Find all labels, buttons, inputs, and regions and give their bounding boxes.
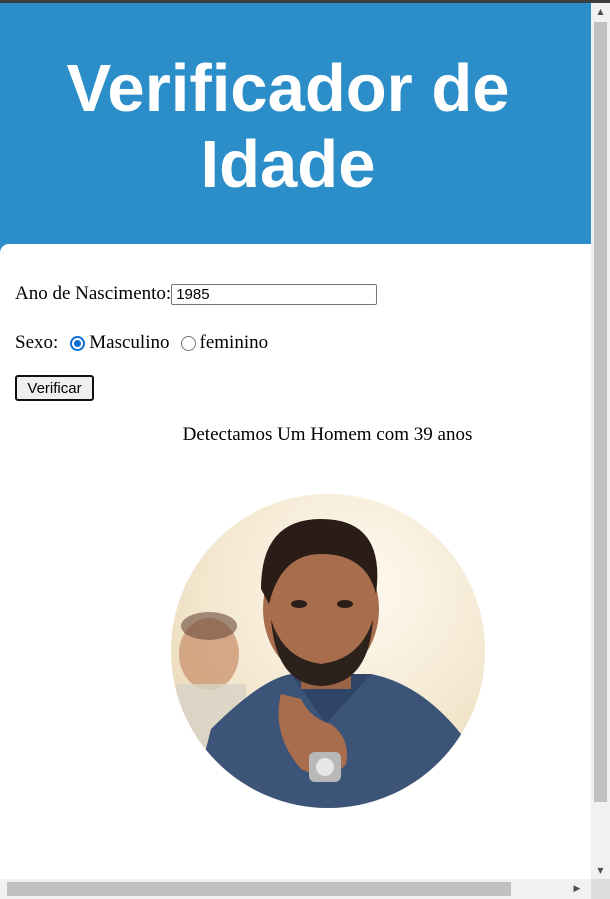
horizontal-scrollbar[interactable]: ▶: [0, 879, 591, 899]
scroll-right-arrow-icon[interactable]: ▶: [569, 879, 585, 899]
page-title: Verificador de Idade: [66, 51, 510, 202]
main-content: Ano de Nascimento: Sexo: Masculino femin…: [0, 244, 591, 879]
vertical-scrollbar[interactable]: ▲ ▼: [591, 3, 610, 879]
result-text: Detectamos Um Homem com 39 anos: [182, 424, 473, 445]
horizontal-scroll-thumb[interactable]: [7, 882, 511, 896]
page-viewport: Verificador de Idade Ano de Nascimento: …: [0, 3, 591, 879]
radio-masculino[interactable]: [70, 335, 86, 351]
scrollbar-corner: [591, 879, 610, 899]
scroll-up-arrow-icon[interactable]: ▲: [591, 3, 610, 20]
birth-year-input[interactable]: [171, 283, 378, 305]
browser-window: Verificador de Idade Ano de Nascimento: …: [0, 0, 610, 899]
birth-year-label: Ano de Nascimento:: [15, 283, 172, 304]
vertical-scroll-thumb[interactable]: [594, 22, 607, 802]
man-portrait-photo: [171, 494, 485, 808]
verify-button[interactable]: Verificar: [15, 375, 94, 401]
button-row: Verificar: [15, 375, 94, 401]
sex-label: Sexo:: [15, 332, 59, 353]
radio-feminino[interactable]: [180, 335, 196, 351]
birth-year-row: Ano de Nascimento:: [15, 283, 378, 305]
sex-row: Sexo: Masculino feminino: [15, 332, 279, 354]
page-header: Verificador de Idade: [0, 3, 591, 244]
portrait-illustration: [171, 494, 485, 808]
radio-masculino-label[interactable]: Masculino: [89, 332, 169, 354]
radio-feminino-label[interactable]: feminino: [200, 332, 269, 354]
scroll-down-arrow-icon[interactable]: ▼: [591, 862, 610, 879]
